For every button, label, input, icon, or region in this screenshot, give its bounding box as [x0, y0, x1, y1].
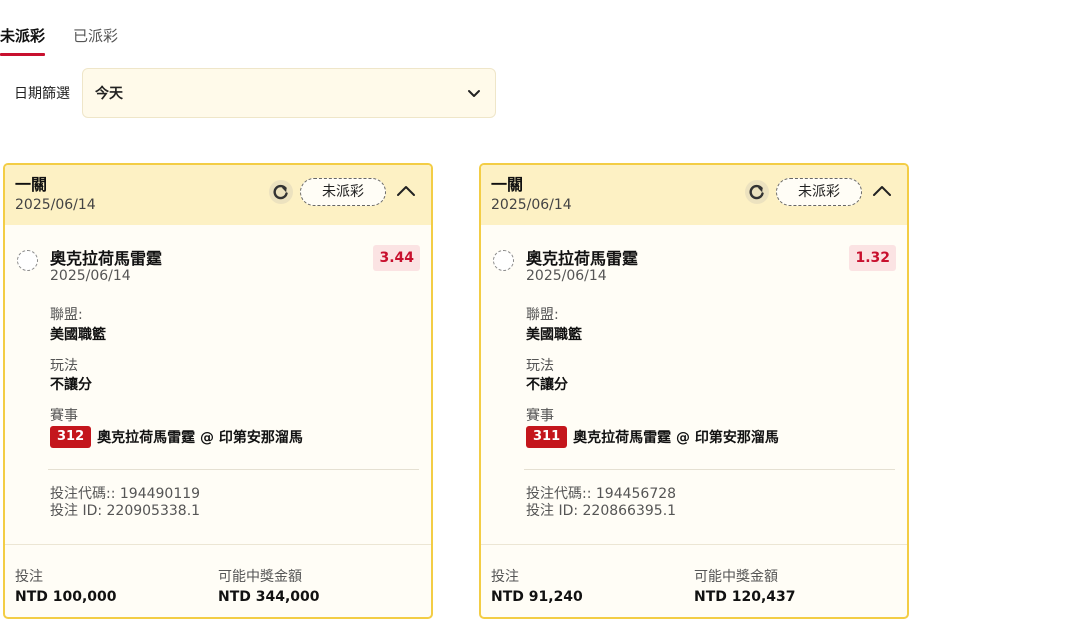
date-filter: 日期篩選 今天	[14, 68, 496, 118]
status-badge[interactable]: 未派彩	[776, 178, 862, 206]
bet-date: 2025/06/14	[491, 197, 572, 213]
tab-paid[interactable]: 已派彩	[73, 22, 118, 56]
bet-card: 一關 2025/06/14 未派彩 奧克拉荷馬雷霆 2025/06/14 3.4…	[3, 163, 433, 619]
tab-unpaid[interactable]: 未派彩	[0, 22, 46, 56]
payout-tabs: 未派彩 已派彩	[0, 22, 118, 56]
event-name: 奧克拉荷馬雷霆 @ 印第安那溜馬	[97, 430, 303, 446]
odds-badge: 3.44	[373, 245, 420, 271]
event-label: 賽事	[50, 408, 78, 424]
bet-code: 投注代碼:: 194456728	[526, 486, 677, 502]
bet-card: 一關 2025/06/14 未派彩 奧克拉荷馬雷霆 2025/06/14 1.3…	[479, 163, 909, 619]
league-label: 聯盟:	[526, 307, 559, 323]
bet-type-title: 一關	[491, 175, 524, 194]
stake-value: NTD 91,240	[491, 589, 583, 605]
status-badge[interactable]: 未派彩	[300, 178, 386, 206]
payout-value: NTD 344,000	[218, 589, 320, 605]
bet-id: 投注 ID: 220866395.1	[526, 503, 677, 519]
divider	[524, 469, 895, 470]
match-date: 2025/06/14	[526, 268, 607, 284]
event-label: 賽事	[526, 408, 554, 424]
refresh-icon[interactable]	[744, 179, 770, 205]
date-filter-value: 今天	[95, 86, 123, 102]
stake-label: 投注	[15, 569, 43, 585]
bet-type-title: 一關	[15, 175, 48, 194]
stake-label: 投注	[491, 569, 519, 585]
play-type-label: 玩法	[50, 358, 78, 374]
bet-code: 投注代碼:: 194490119	[50, 486, 201, 502]
date-filter-select[interactable]: 今天	[82, 68, 496, 118]
event-number-badge: 312	[50, 426, 92, 448]
chevron-up-icon[interactable]	[395, 181, 417, 201]
chevron-down-icon	[468, 90, 480, 97]
team-name: 奧克拉荷馬雷霆	[526, 249, 639, 268]
event-info: 311 奧克拉荷馬雷霆 @ 印第安那溜馬	[526, 426, 779, 448]
play-type-label: 玩法	[526, 358, 554, 374]
event-number-badge: 311	[526, 426, 568, 448]
select-radio[interactable]	[17, 250, 38, 271]
match-date: 2025/06/14	[50, 268, 131, 284]
divider	[48, 469, 419, 470]
divider	[481, 544, 907, 545]
chevron-up-icon[interactable]	[871, 181, 893, 201]
odds-badge: 1.32	[849, 245, 896, 271]
payout-label: 可能中獎金額	[218, 569, 302, 585]
league-label: 聯盟:	[50, 307, 83, 323]
bet-id: 投注 ID: 220905338.1	[50, 503, 201, 519]
team-name: 奧克拉荷馬雷霆	[50, 249, 163, 268]
league-value: 美國職籃	[526, 327, 582, 343]
event-name: 奧克拉荷馬雷霆 @ 印第安那溜馬	[573, 430, 779, 446]
select-radio[interactable]	[493, 250, 514, 271]
bet-card-header: 一關 2025/06/14 未派彩	[5, 165, 431, 225]
payout-label: 可能中獎金額	[694, 569, 778, 585]
date-filter-label: 日期篩選	[14, 86, 70, 102]
bet-card-header: 一關 2025/06/14 未派彩	[481, 165, 907, 225]
league-value: 美國職籃	[50, 327, 106, 343]
stake-value: NTD 100,000	[15, 589, 117, 605]
play-type-value: 不讓分	[526, 377, 568, 393]
divider	[5, 544, 431, 545]
refresh-icon[interactable]	[268, 179, 294, 205]
bet-date: 2025/06/14	[15, 197, 96, 213]
event-info: 312 奧克拉荷馬雷霆 @ 印第安那溜馬	[50, 426, 303, 448]
payout-value: NTD 120,437	[694, 589, 796, 605]
play-type-value: 不讓分	[50, 377, 92, 393]
